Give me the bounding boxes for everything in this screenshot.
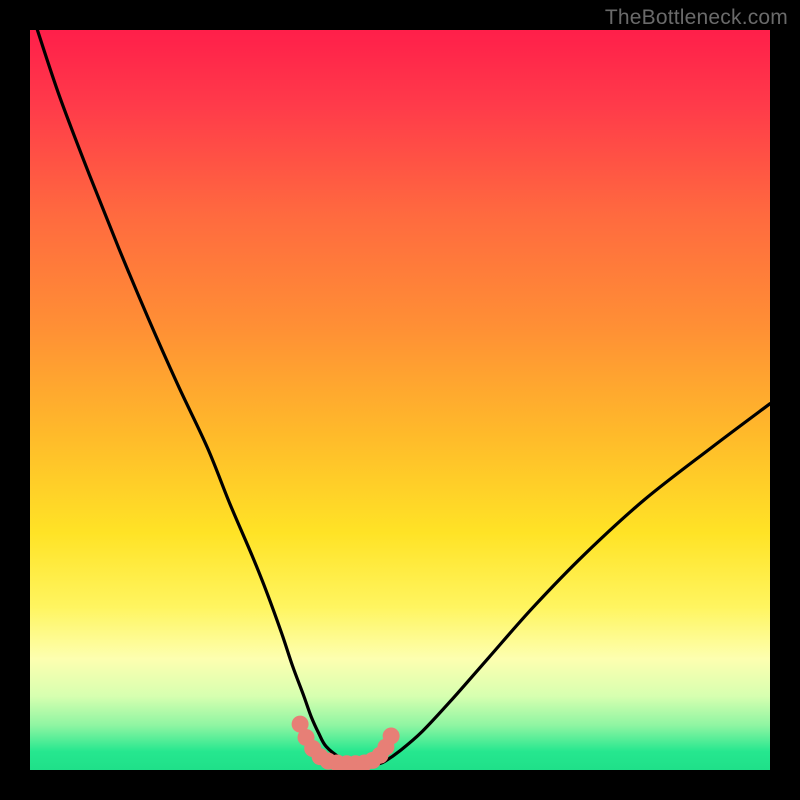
plot-area: [30, 30, 770, 770]
watermark-text: TheBottleneck.com: [605, 6, 788, 30]
bottleneck-curve: [30, 30, 770, 770]
min-region-dot: [383, 727, 400, 744]
chart-frame: TheBottleneck.com: [0, 0, 800, 800]
